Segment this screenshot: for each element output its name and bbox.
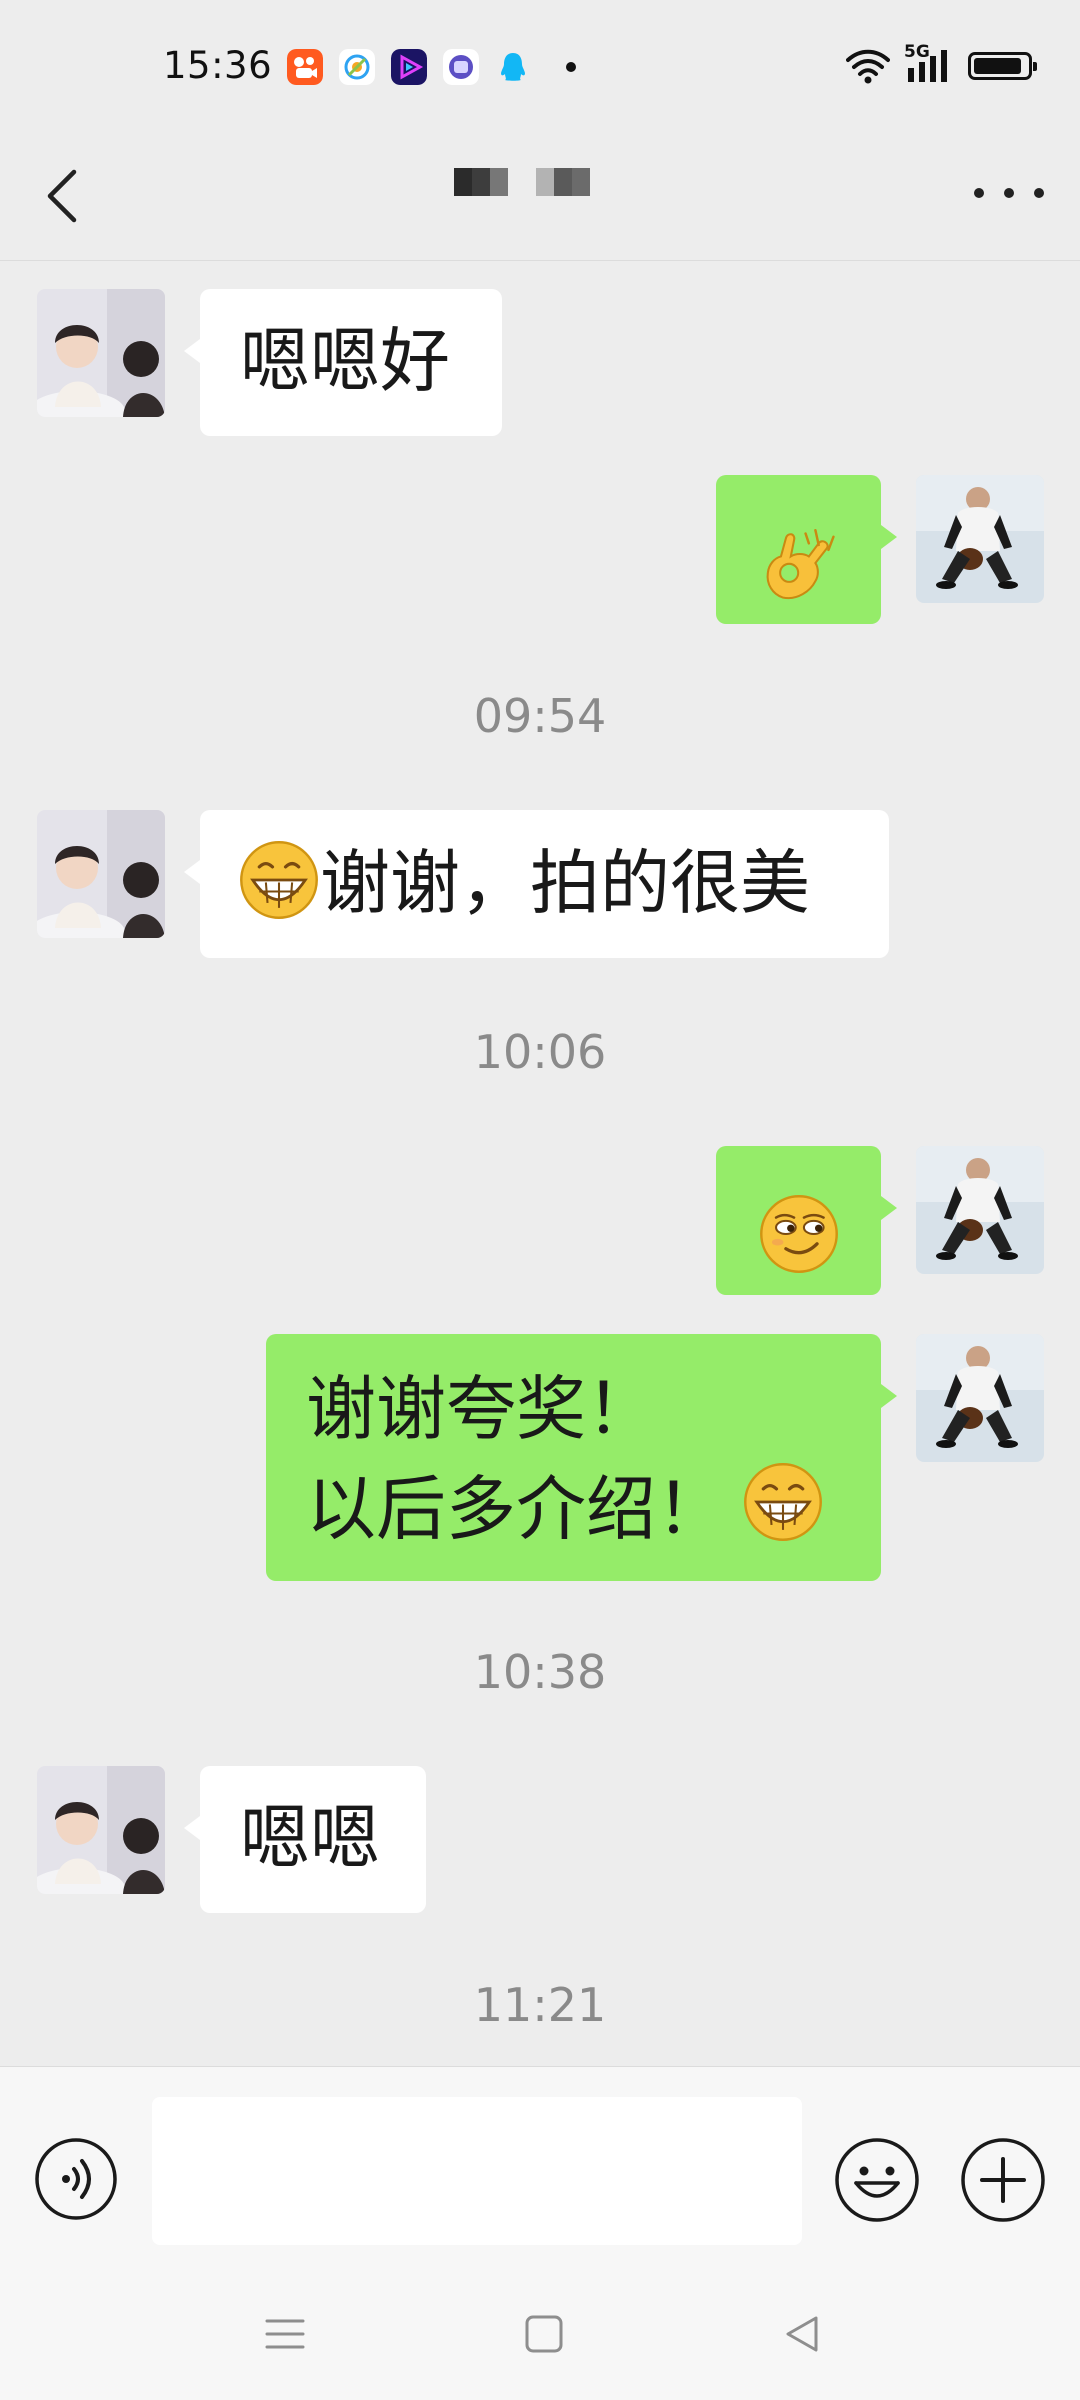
input-bar (0, 2066, 1080, 2267)
message-bubble-outgoing[interactable] (716, 475, 897, 624)
message-text-line: 谢谢夸奖！ (306, 1368, 656, 1450)
app-icon (443, 49, 479, 85)
my-avatar[interactable] (916, 1334, 1044, 1462)
timestamp: 10:06 (473, 1025, 607, 1079)
message-text: 嗯嗯 (240, 1797, 380, 1879)
timestamp: 11:21 (473, 1978, 607, 2032)
message-text: 嗯嗯好 (240, 320, 450, 402)
system-back-icon[interactable] (782, 2314, 822, 2354)
more-dot (1034, 188, 1044, 198)
status-icons: 5G (846, 42, 1037, 86)
grin-emoji (744, 1463, 822, 1541)
contact-avatar[interactable] (37, 1766, 165, 1894)
emoji-picker-button[interactable] (834, 2137, 920, 2223)
battery-level (974, 58, 1021, 74)
message-bubble-outgoing[interactable] (716, 1146, 897, 1295)
title-mosaic-block (454, 168, 508, 196)
more-functions-button[interactable] (960, 2137, 1046, 2223)
system-navigation-bar (0, 2266, 1080, 2400)
title-mosaic-block (536, 168, 590, 196)
timestamp: 10:38 (473, 1645, 607, 1699)
grin-emoji (240, 841, 318, 919)
cellular-signal-icon: 5G (904, 42, 954, 86)
message-text-line: 以后多介绍！ (306, 1468, 726, 1550)
battery-icon (968, 52, 1037, 80)
more-options-button[interactable] (974, 168, 1044, 218)
kuaishou-icon (287, 49, 323, 85)
status-bar: 15:36 5G (0, 0, 1080, 130)
notification-dot (566, 62, 576, 72)
my-avatar[interactable] (916, 1146, 1044, 1274)
chat-header (0, 130, 1080, 261)
message-bubble-outgoing[interactable]: 谢谢夸奖！ 以后多介绍！ (266, 1334, 897, 1581)
timestamp: 09:54 (473, 689, 607, 743)
message-text-line-with-emoji: 以后多介绍！ (306, 1459, 881, 1559)
home-icon[interactable] (524, 2314, 564, 2354)
voice-input-button[interactable] (34, 2137, 118, 2221)
message-input[interactable] (152, 2097, 802, 2245)
recent-apps-icon[interactable] (265, 2314, 305, 2354)
message-bubble-incoming[interactable]: 谢谢，拍的很美 (184, 810, 889, 958)
more-dot (974, 188, 984, 198)
ok-hand-emoji (766, 528, 835, 600)
my-avatar[interactable] (916, 475, 1044, 603)
status-time: 15:36 (163, 44, 273, 87)
more-dot (1004, 188, 1014, 198)
contact-avatar[interactable] (37, 289, 165, 417)
back-button[interactable] (34, 154, 94, 234)
message-list[interactable]: 嗯嗯好 09:54 谢谢，拍的很美 10:06 谢谢夸奖！ 以后多介绍！ 10:… (0, 261, 1080, 2066)
chat-title (454, 168, 590, 196)
contact-avatar[interactable] (37, 810, 165, 938)
message-text: 谢谢，拍的很美 (320, 842, 810, 924)
browser-icon (339, 49, 375, 85)
video-player-icon (391, 49, 427, 85)
qq-icon (501, 53, 525, 81)
message-bubble-incoming[interactable]: 嗯嗯 (184, 1766, 426, 1913)
message-bubble-incoming[interactable]: 嗯嗯好 (184, 289, 502, 436)
smirk-emoji (760, 1195, 838, 1273)
wifi-icon (846, 49, 890, 84)
